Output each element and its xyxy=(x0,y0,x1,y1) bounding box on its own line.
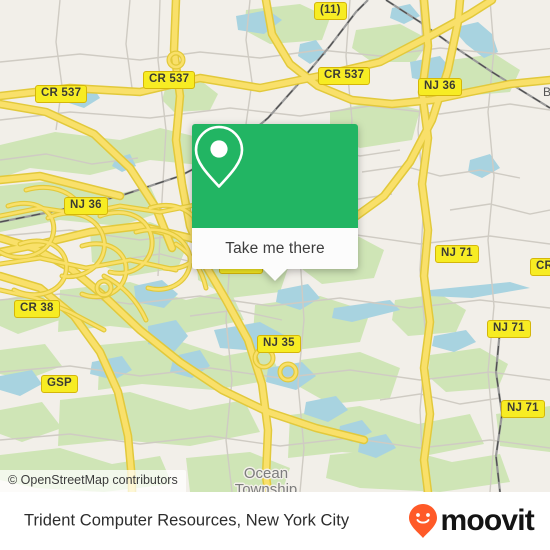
moovit-logo[interactable]: moovit xyxy=(408,503,535,539)
route-shield-nj71-mid: NJ 71 xyxy=(487,320,531,338)
screenshot-root: (11) CR 537 CR 537 CR 537 NJ 36 NJ 36 NJ 71 CR N… xyxy=(0,0,550,550)
map-canvas[interactable]: (11) CR 537 CR 537 CR 537 NJ 36 NJ 36 NJ 71 CR N… xyxy=(0,0,550,492)
route-shield-nj36-left: NJ 36 xyxy=(64,197,108,215)
popup-tail xyxy=(262,268,288,281)
route-shield-nj36-right: NJ 36 xyxy=(418,78,462,96)
take-me-there-button[interactable]: Take me there xyxy=(192,228,358,269)
map-pin-icon xyxy=(194,125,244,188)
map-edge-label-clipped: B xyxy=(543,85,550,99)
route-shield-nj71-upper: NJ 71 xyxy=(435,245,479,263)
route-shield-cr537-left: CR 537 xyxy=(143,71,196,89)
route-shield-gsp: GSP xyxy=(41,375,78,393)
page-title: Trident Computer Resources, New York Cit… xyxy=(24,511,350,530)
route-shield-cr537-mid: CR 537 xyxy=(318,67,371,85)
route-shield-nj35-lower: NJ 35 xyxy=(257,335,301,353)
route-shield-11-top: (11) xyxy=(314,2,347,20)
moovit-wordmark: moovit xyxy=(440,504,534,537)
place-label-ocean-township: Ocean Township xyxy=(234,465,298,493)
osm-attribution[interactable]: © OpenStreetMap contributors xyxy=(0,470,186,492)
route-shield-cr38: CR 38 xyxy=(14,300,60,318)
popup-image-area xyxy=(192,124,358,228)
moovit-pin-smiley-icon xyxy=(409,504,438,538)
location-popup[interactable]: Take me there xyxy=(192,124,358,281)
route-shield-cr537-far-left: CR 537 xyxy=(35,85,88,103)
footer-bar: Trident Computer Resources, New York Cit… xyxy=(0,492,550,550)
route-shield-cr-right-clipped: CR xyxy=(530,258,550,276)
route-shield-nj71-lower: NJ 71 xyxy=(501,400,545,418)
